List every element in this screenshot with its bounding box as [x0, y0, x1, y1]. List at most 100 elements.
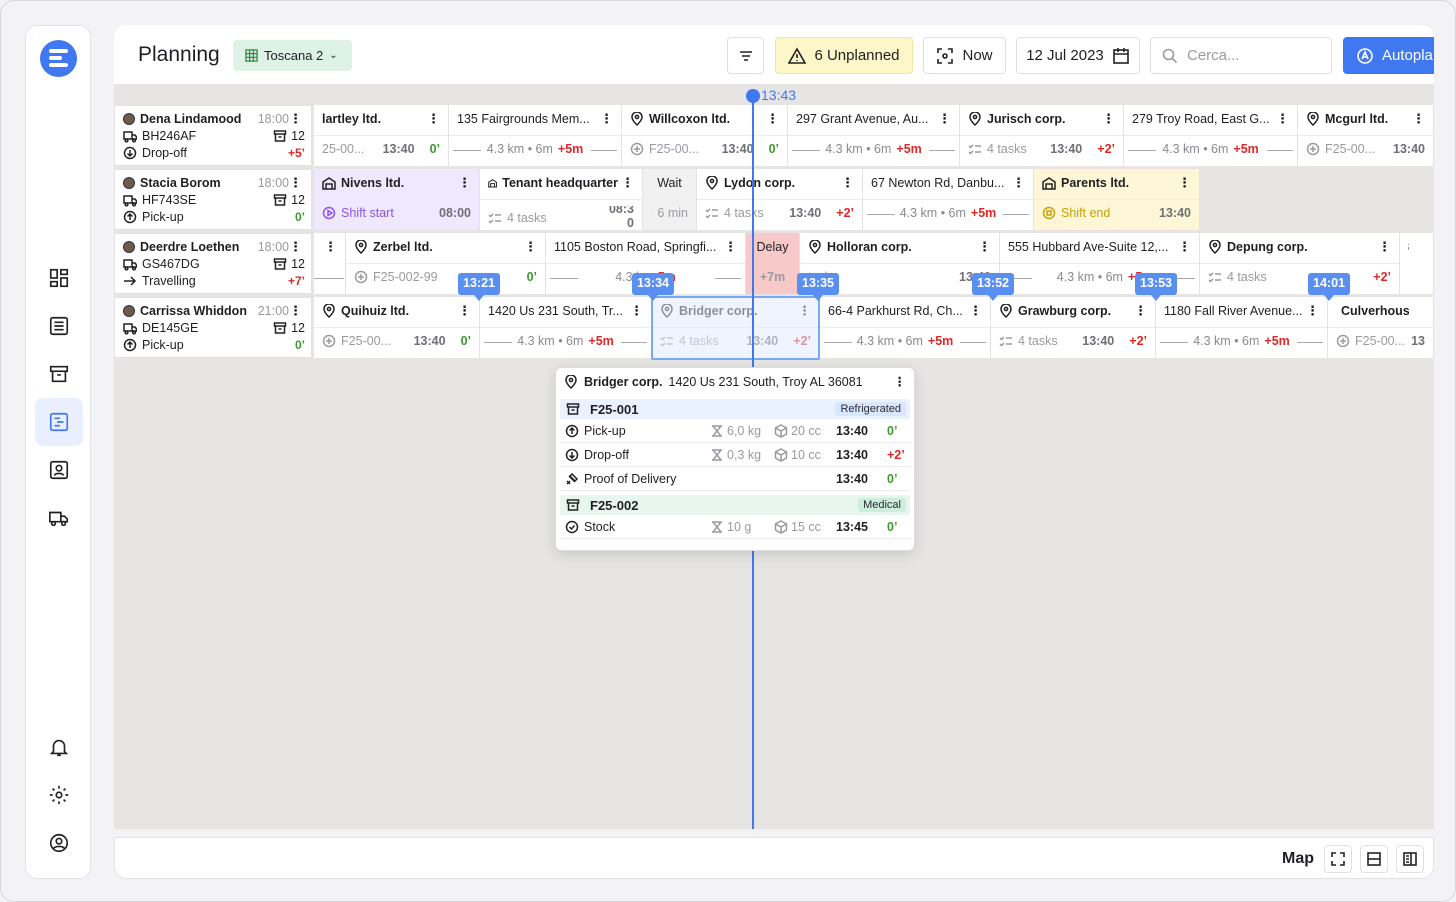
autoplan-icon [1357, 47, 1373, 64]
vehicle-plate-wrap: BH246AF [123, 129, 196, 143]
travel-segment[interactable]: 1420 Us 231 South, Tr... ⋮ 4.3 km • 6m +5m [480, 297, 652, 358]
travel-menu-button[interactable]: ⋮ [600, 111, 613, 127]
stop-cell[interactable]: Depung corp. ⋮ 4 tasks +2’ [1200, 233, 1400, 294]
order-header[interactable]: F25-001 Refrigerated [560, 399, 910, 419]
notifications-nav[interactable] [35, 723, 83, 771]
list-icon [49, 316, 69, 336]
stop-menu-button[interactable]: ⋮ [978, 239, 991, 255]
unplanned-button[interactable]: 6 Unplanned [775, 37, 913, 74]
travel-segment[interactable]: 279 Troy Road, East G... ⋮ 4.3 km • 6m +5m [1124, 105, 1298, 166]
stop-cell[interactable]: lartley ltd. ⋮ 25-00... 13:40 0’ [314, 105, 449, 166]
stop-menu-button[interactable]: ⋮ [458, 175, 471, 191]
app-logo[interactable] [40, 40, 77, 77]
autoplan-button[interactable]: Autopla [1343, 37, 1434, 74]
stop-cell[interactable]: Jurisch corp. ⋮ 4 tasks 13:40 +2’ [960, 105, 1124, 166]
filter-button[interactable] [727, 37, 764, 74]
stop-cell[interactable]: Culverhouse l F25-00... 13 [1328, 297, 1434, 358]
stop-menu-button[interactable]: ⋮ [1378, 239, 1391, 255]
profile-nav[interactable] [35, 819, 83, 867]
planning-nav[interactable] [35, 398, 83, 446]
date-picker[interactable]: 12 Jul 2023 [1016, 37, 1140, 74]
zone-selector[interactable]: Toscana 2 ⌄ [233, 40, 352, 71]
task-row[interactable]: Drop-off 0,3 kg 10 cc 13:40 +2’ [560, 443, 910, 467]
stop-menu-button[interactable]: ⋮ [1412, 111, 1425, 127]
list-nav[interactable] [35, 302, 83, 350]
delay-segment[interactable]: Delay +7m [746, 233, 800, 294]
driver-menu-button[interactable]: ⋮ [289, 111, 302, 127]
stop-cell[interactable]: Willcoxon ltd. ⋮ F25-00... 13:40 0’ [622, 105, 788, 166]
task-row[interactable]: Stock 10 g 15 cc 13:45 0’ [560, 515, 910, 539]
task-delay: 0’ [887, 423, 898, 438]
stop-info: 4 tasks +2’ [1208, 270, 1391, 284]
stop-cell[interactable]: 855 [1400, 233, 1434, 294]
stop-menu-button[interactable]: ⋮ [841, 175, 854, 191]
driver-card[interactable]: Stacia Borom 18:00 ⋮ HF743SE 12 Pick-up 0’ [114, 169, 312, 230]
travel-menu-button[interactable]: ⋮ [969, 303, 982, 319]
travel-segment[interactable]: 66-4 Parkhurst Rd, Ch... ⋮ 4.3 km • 6m +5m [820, 297, 991, 358]
stop-menu-button[interactable]: ⋮ [427, 111, 440, 127]
stop-cell[interactable]: Tenant headquarter ⋮ 4 tasks 08:3 0 [480, 169, 643, 230]
stop-menu-button[interactable]: ⋮ [1178, 175, 1191, 191]
task-label: Proof of Delivery [584, 471, 677, 486]
order-header[interactable]: F25-002 Medical [560, 495, 910, 515]
settings-nav[interactable] [35, 771, 83, 819]
travel-menu-button[interactable]: ⋮ [1276, 111, 1289, 127]
travel-segment[interactable]: 1180 Fall River Avenue... ⋮ 4.3 km • 6m +5m [1156, 297, 1328, 358]
driver-card[interactable]: Deerdre Loethen 18:00 ⋮ GS467DG 12 Travelling… [114, 233, 312, 294]
search-input[interactable]: Cerca... [1150, 37, 1332, 74]
location-pin-icon [323, 304, 335, 318]
travel-menu-button[interactable]: ⋮ [1178, 239, 1191, 255]
driver-menu-button[interactable]: ⋮ [289, 239, 302, 255]
driver-card[interactable]: Carrissa Whiddon 21:00 ⋮ DE145GE 12 Pick-up 0’ [114, 297, 312, 358]
route-stub[interactable]: ⋮ [314, 233, 346, 294]
travel-segment[interactable]: 67 Newton Rd, Danbu... ⋮ 4.3 km • 6m +5m [863, 169, 1034, 230]
vehicles-nav[interactable] [35, 494, 83, 542]
stop-menu-button[interactable]: ⋮ [458, 303, 471, 319]
driver-menu-button[interactable]: ⋮ [289, 303, 302, 319]
wait-segment[interactable]: Wait 6 min [643, 169, 697, 230]
pick-up-icon [123, 210, 137, 224]
driver-card[interactable]: Dena Lindamood 18:00 ⋮ BH246AF 12 Drop-off +5’ [114, 105, 312, 166]
now-button[interactable]: Now [923, 37, 1006, 74]
dashboard-nav[interactable] [35, 254, 83, 302]
order-id: F25-001 [590, 401, 639, 417]
stop-menu-button[interactable]: ⋮ [1102, 111, 1115, 127]
travel-menu-button[interactable]: ⋮ [724, 239, 737, 255]
current-time-label: 13:43 [761, 87, 797, 103]
stop-cell[interactable]: Zerbel ltd. ⋮ F25-002-99 0’ [346, 233, 546, 294]
driver-menu-button[interactable]: ⋮ [289, 175, 302, 191]
stop-cell[interactable]: Nivens ltd. ⋮ Shift start 08:00 [314, 169, 480, 230]
travel-segment[interactable]: 135 Fairgrounds Mem... ⋮ 4.3 km • 6m +5m [449, 105, 622, 166]
task-label: Stock [584, 519, 616, 534]
stop-cell[interactable]: Parents ltd. ⋮ Shift end 13:40 [1034, 169, 1200, 230]
travel-menu-button[interactable]: ⋮ [1012, 175, 1025, 191]
stop-menu-button[interactable]: ⋮ [524, 239, 537, 255]
travel-menu-button[interactable]: ⋮ [1306, 303, 1319, 319]
stop-cell[interactable]: Quihuiz ltd. ⋮ F25-00... 13:40 0’ [314, 297, 480, 358]
location-pin-icon [1000, 304, 1012, 318]
driver-row: Deerdre Loethen 18:00 ⋮ GS467DG 12 Travelling… [114, 233, 1434, 294]
travel-address: 67 Newton Rd, Danbu... [871, 176, 1005, 190]
travel-menu-button[interactable]: ⋮ [938, 111, 951, 127]
travel-menu-button[interactable]: ⋮ [630, 303, 643, 319]
fullscreen-button[interactable] [1324, 845, 1352, 873]
stop-menu-button[interactable]: ⋮ [766, 111, 779, 127]
stop-cell[interactable]: Mcgurl ltd. ⋮ F25-00... 13:40 [1298, 105, 1434, 166]
current-time-dot[interactable] [746, 89, 760, 103]
driver-status-wrap: Travelling [123, 274, 196, 288]
stop-menu-button[interactable]: ⋮ [324, 239, 337, 255]
task-row[interactable]: Pick-up 6,0 kg 20 cc 13:40 0’ [560, 419, 910, 443]
stop-cell[interactable]: Grawburg corp. ⋮ 4 tasks 13:40 +2’ [991, 297, 1156, 358]
split-vertical-button[interactable] [1396, 845, 1424, 873]
travel-address: 279 Troy Road, East G... [1132, 112, 1270, 126]
archive-nav[interactable] [35, 350, 83, 398]
stop-cell[interactable]: Lydon corp. ⋮ 4 tasks 13:40 +2’ [697, 169, 863, 230]
drivers-nav[interactable] [35, 446, 83, 494]
stop-menu-button[interactable]: ⋮ [621, 175, 634, 191]
stop-menu-button[interactable]: ⋮ [1134, 303, 1147, 319]
travel-segment[interactable]: 297 Grant Avenue, Au... ⋮ 4.3 km • 6m +5m [788, 105, 960, 166]
task-label-wrap: Stock [565, 520, 615, 534]
task-row[interactable]: Proof of Delivery 13:40 0’ [560, 467, 910, 491]
split-horizontal-button[interactable] [1360, 845, 1388, 873]
popup-menu-button[interactable]: ⋮ [894, 374, 907, 389]
